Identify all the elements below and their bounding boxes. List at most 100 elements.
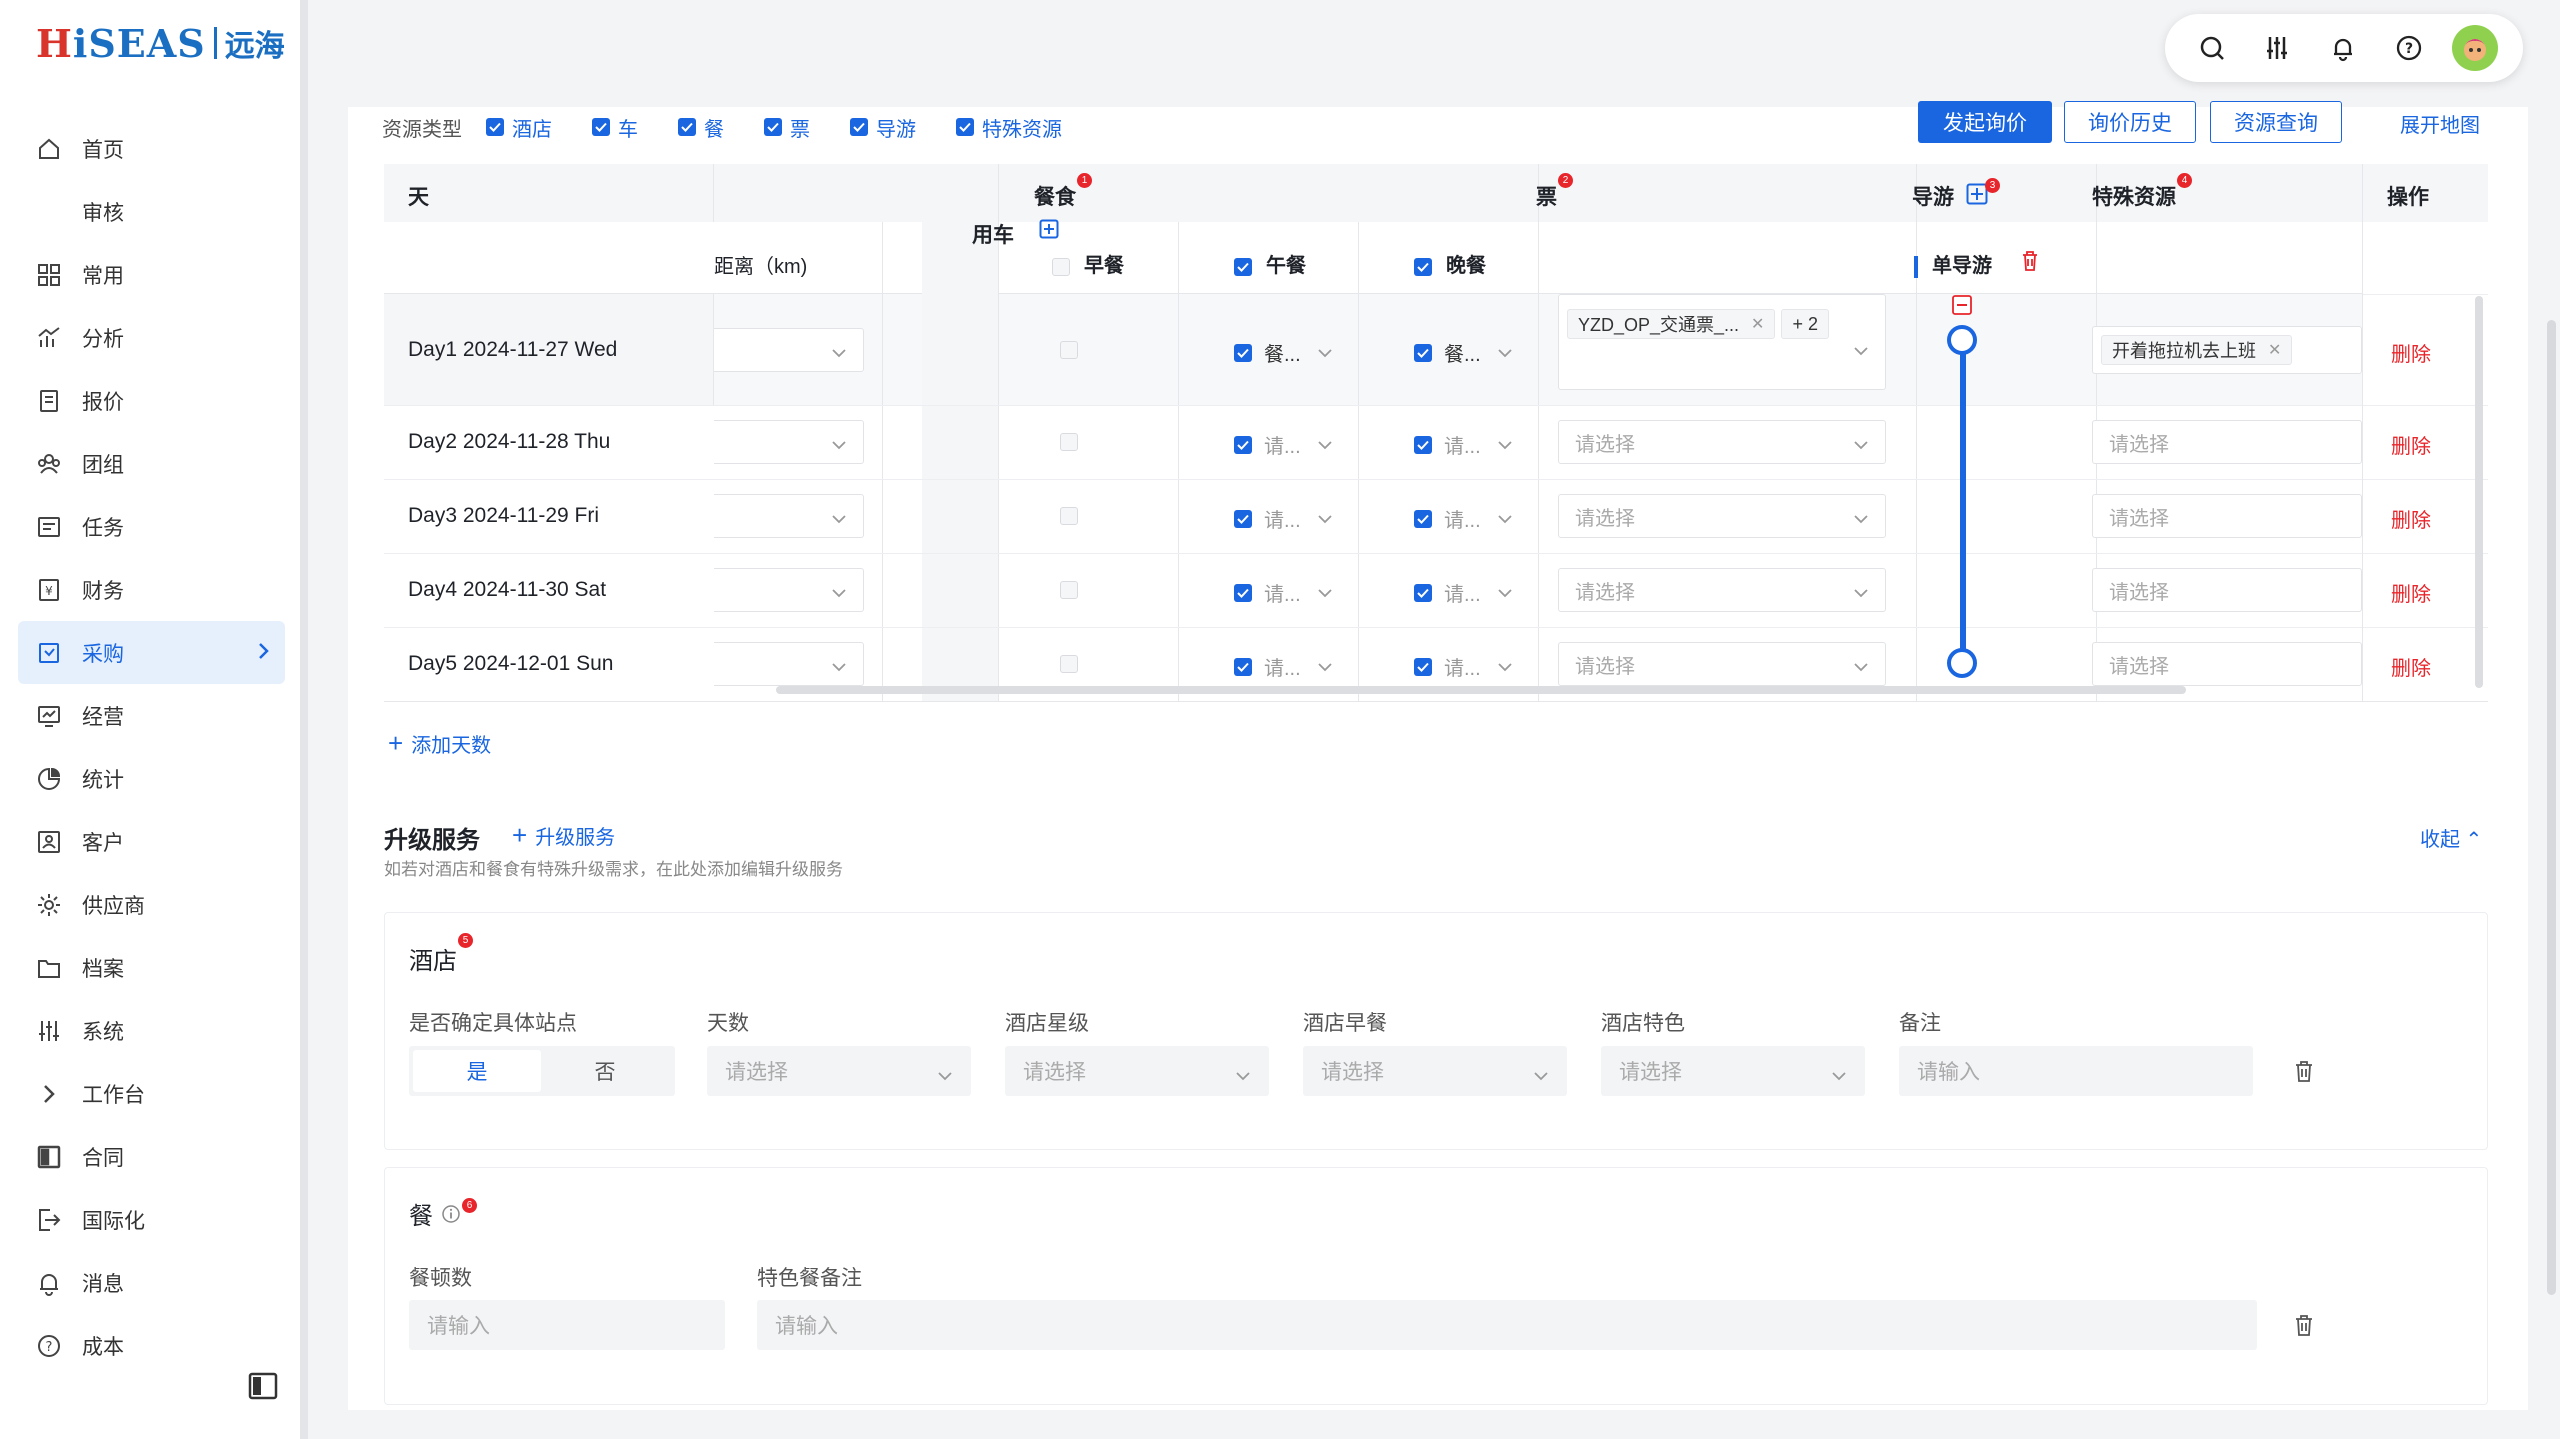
lunch-select[interactable]: 请... <box>1234 430 1333 459</box>
resource-type-option[interactable]: 特殊资源 <box>956 113 1062 142</box>
inquiry-history-button[interactable]: 询价历史 <box>2064 101 2196 143</box>
sidebar-item[interactable]: 档案 <box>18 936 285 999</box>
delete-meal-icon[interactable] <box>2293 1313 2315 1337</box>
breakfast-checkbox[interactable] <box>1060 581 1078 599</box>
resource-query-button[interactable]: 资源查询 <box>2210 101 2342 143</box>
breakfast-checkbox[interactable] <box>1060 341 1078 359</box>
delete-row-link[interactable]: 删除 <box>2391 578 2431 607</box>
checkbox-checked-icon[interactable] <box>956 118 974 136</box>
sidebar-item[interactable]: 客户 <box>18 810 285 873</box>
dinner-select[interactable]: 请... <box>1414 578 1513 607</box>
search-icon[interactable] <box>2190 26 2234 70</box>
dinner-select[interactable]: 请... <box>1414 504 1513 533</box>
sidebar-item[interactable]: 国际化 <box>18 1188 285 1251</box>
special-select[interactable]: 请选择 <box>2092 642 2362 686</box>
add-days-button[interactable]: + 添加天数 <box>388 728 491 759</box>
sidebar-item[interactable]: 统计 <box>18 747 285 810</box>
lunch-select[interactable]: 请... <box>1234 578 1333 607</box>
breakfast-checkbox[interactable] <box>1060 655 1078 673</box>
days-select[interactable]: 请选择 <box>707 1046 971 1096</box>
resource-type-option[interactable]: 车 <box>592 113 638 142</box>
sidebar-item[interactable]: 合同 <box>18 1125 285 1188</box>
ticket-select[interactable]: YZD_OP_交通票_... ✕ + 2 <box>1558 294 1886 390</box>
sidebar-item[interactable]: 采购 <box>18 621 285 684</box>
remove-guide-icon[interactable] <box>1952 295 1972 315</box>
yes-option[interactable]: 是 <box>413 1050 541 1092</box>
help-icon[interactable]: ? <box>2387 26 2431 70</box>
lunch-select[interactable]: 请... <box>1234 652 1333 681</box>
sidebar-item[interactable]: 供应商 <box>18 873 285 936</box>
sidebar-item[interactable]: 消息 <box>18 1251 285 1314</box>
resource-type-option[interactable]: 餐 <box>678 113 724 142</box>
add-upgrade-button[interactable]: + 升级服务 <box>512 820 615 851</box>
checkbox-checked-icon[interactable] <box>592 118 610 136</box>
special-select[interactable]: 请选择 <box>2092 420 2362 464</box>
meal-count-input[interactable]: 请输入 <box>409 1300 725 1350</box>
resource-type-option[interactable]: 票 <box>764 113 810 142</box>
delete-row-link[interactable]: 删除 <box>2391 504 2431 533</box>
checkbox-checked-icon[interactable] <box>486 118 504 136</box>
ticket-select[interactable]: 请选择 <box>1558 420 1886 464</box>
add-car-icon[interactable] <box>1039 219 1059 239</box>
delete-guide-icon[interactable] <box>2020 250 2040 272</box>
dinner-select[interactable]: 餐... <box>1414 338 1513 367</box>
logo[interactable]: HiSEAS 远海 <box>36 18 285 68</box>
bell-icon[interactable] <box>2321 26 2365 70</box>
special-select[interactable]: 请选择 <box>2092 568 2362 612</box>
ticket-select[interactable]: 请选择 <box>1558 494 1886 538</box>
hotel-feature-select[interactable]: 请选择 <box>1601 1046 1865 1096</box>
ticket-select[interactable]: 请选择 <box>1558 642 1886 686</box>
dinner-select[interactable]: 请... <box>1414 430 1513 459</box>
sidebar-item[interactable]: 系统 <box>18 999 285 1062</box>
ticket-select[interactable]: 请选择 <box>1558 568 1886 612</box>
sidebar-item[interactable]: 报价 <box>18 369 285 432</box>
table-vertical-scrollbar[interactable] <box>2475 296 2483 688</box>
no-option[interactable]: 否 <box>541 1050 669 1092</box>
sidebar-item[interactable]: 任务 <box>18 495 285 558</box>
delete-row-link[interactable]: 删除 <box>2391 652 2431 681</box>
sidebar-item[interactable]: ¥ 财务 <box>18 558 285 621</box>
sidebar-scrollbar[interactable] <box>300 0 308 1439</box>
sidebar-item[interactable]: 首页 <box>18 117 285 180</box>
sidebar-item[interactable]: 审核 <box>18 180 285 243</box>
sidebar-collapse-icon[interactable] <box>248 1372 278 1400</box>
special-select[interactable]: 请选择 <box>2092 494 2362 538</box>
breakfast-checkbox[interactable] <box>1060 433 1078 451</box>
expand-map-link[interactable]: 展开地图 <box>2400 109 2480 138</box>
hotel-remark-input[interactable]: 请输入 <box>1899 1046 2253 1096</box>
delete-row-link[interactable]: 删除 <box>2391 430 2431 459</box>
checkbox-checked-icon[interactable] <box>764 118 782 136</box>
sidebar-item[interactable]: 分析 <box>18 306 285 369</box>
collapse-link[interactable]: 收起 ⌃ <box>2420 823 2482 852</box>
start-inquiry-button[interactable]: 发起询价 <box>1918 101 2052 143</box>
sidebar-item[interactable]: 常用 <box>18 243 285 306</box>
lunch-select[interactable]: 餐... <box>1234 338 1333 367</box>
hotel-star-select[interactable]: 请选择 <box>1005 1046 1269 1096</box>
table-horizontal-scrollbar[interactable] <box>776 686 2186 694</box>
close-icon[interactable]: ✕ <box>2268 340 2281 360</box>
resource-type-option[interactable]: 导游 <box>850 113 916 142</box>
resource-type-option[interactable]: 酒店 <box>486 113 552 142</box>
sidebar-item[interactable]: 工作台 <box>18 1062 285 1125</box>
special-select[interactable]: 开着拖拉机去上班 ✕ <box>2092 326 2362 374</box>
sliders-icon[interactable] <box>2255 26 2299 70</box>
sidebar-item[interactable]: 团组 <box>18 432 285 495</box>
checkbox-checked-icon[interactable] <box>678 118 696 136</box>
guide-range-line[interactable] <box>1960 342 1966 664</box>
close-icon[interactable]: ✕ <box>1751 314 1764 334</box>
special-meal-input[interactable]: 请输入 <box>757 1300 2257 1350</box>
guide-range-end-handle[interactable] <box>1947 648 1977 678</box>
delete-row-link[interactable]: 删除 <box>2391 338 2431 367</box>
user-avatar[interactable] <box>2452 25 2499 71</box>
info-icon[interactable] <box>441 1204 461 1224</box>
sidebar-item[interactable]: ? 成本 <box>18 1314 285 1377</box>
checkbox-checked-icon[interactable] <box>850 118 868 136</box>
guide-range-start-handle[interactable] <box>1947 325 1977 355</box>
page-scrollbar[interactable] <box>2547 320 2556 1295</box>
delete-hotel-icon[interactable] <box>2293 1059 2315 1083</box>
breakfast-checkbox[interactable] <box>1060 507 1078 525</box>
lunch-select[interactable]: 请... <box>1234 504 1333 533</box>
dinner-select[interactable]: 请... <box>1414 652 1513 681</box>
hotel-breakfast-select[interactable]: 请选择 <box>1303 1046 1567 1096</box>
sidebar-item[interactable]: 经营 <box>18 684 285 747</box>
